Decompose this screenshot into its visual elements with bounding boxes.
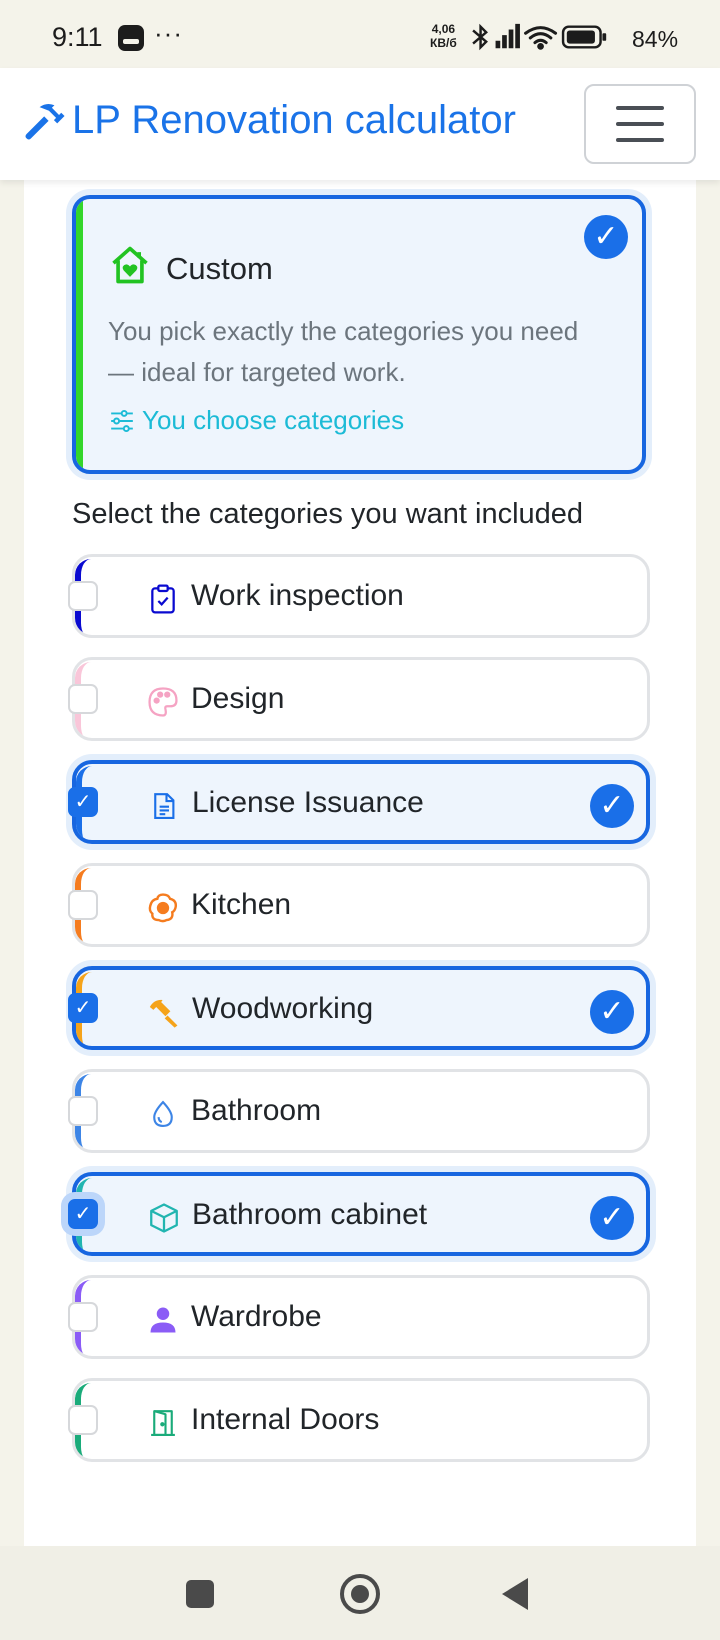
category-card[interactable]: Bathroom <box>72 1069 650 1153</box>
door-icon <box>145 1405 181 1441</box>
category-internal-doors[interactable]: Internal Doors <box>68 1378 650 1462</box>
category-checkbox[interactable]: ✓ <box>68 787 98 817</box>
hamburger-menu-icon <box>616 138 664 142</box>
sliders-icon <box>111 409 133 432</box>
recent-apps-button[interactable] <box>186 1580 214 1608</box>
plan-accent-bar <box>76 199 83 470</box>
egg-icon <box>145 890 181 926</box>
category-wardrobe[interactable]: Wardrobe <box>68 1275 650 1359</box>
hamburger-menu-icon <box>616 106 664 110</box>
status-icons <box>472 23 607 51</box>
category-design[interactable]: Design <box>68 657 650 741</box>
category-card[interactable]: Woodworking ✓ <box>72 966 650 1050</box>
menu-toggle-button[interactable] <box>584 84 696 164</box>
signal-icon <box>495 23 520 49</box>
category-card[interactable]: License Issuance ✓ <box>72 760 650 844</box>
category-card[interactable]: Internal Doors <box>72 1378 650 1462</box>
system-nav-bar <box>0 1546 720 1640</box>
section-heading: Select the categories you want included <box>72 498 584 530</box>
category-checkbox[interactable] <box>68 684 98 714</box>
category-checkbox[interactable] <box>68 1405 98 1435</box>
category-label: License Issuance <box>192 786 424 819</box>
plan-link-text: You choose categories <box>142 405 405 435</box>
battery-percent: 84% <box>632 26 679 52</box>
category-checkbox[interactable] <box>68 1302 98 1332</box>
network-speed-value: 4,06 <box>431 22 456 36</box>
category-label: Woodworking <box>192 992 374 1025</box>
category-label: Wardrobe <box>191 1300 322 1333</box>
hamburger-menu-icon <box>616 122 664 126</box>
category-label: Internal Doors <box>191 1403 380 1436</box>
back-button[interactable] <box>502 1578 528 1610</box>
person-icon <box>145 1302 181 1338</box>
clipboard-check-icon <box>145 581 181 617</box>
category-label: Bathroom cabinet <box>192 1198 428 1231</box>
category-kitchen[interactable]: Kitchen <box>68 863 650 947</box>
plan-title: Custom <box>166 251 273 286</box>
plan-description: You pick exactly the categories you need… <box>108 316 579 387</box>
main-content: Custom You pick exactly the categories y… <box>24 180 696 1546</box>
category-checkbox[interactable] <box>68 890 98 920</box>
category-checkbox[interactable] <box>68 581 98 611</box>
category-checkbox[interactable]: ✓ <box>68 1199 98 1229</box>
category-card[interactable]: Bathroom cabinet ✓ <box>72 1172 650 1256</box>
bluetooth-icon <box>472 23 488 51</box>
box-icon <box>146 1200 182 1236</box>
home-button[interactable] <box>340 1574 380 1614</box>
category-label: Work inspection <box>191 579 404 612</box>
category-checkbox[interactable] <box>68 1096 98 1126</box>
plan-link[interactable]: You choose categories <box>108 405 404 436</box>
hammer-icon <box>25 103 65 140</box>
droplet-icon <box>145 1096 181 1132</box>
selected-check-icon: ✓ <box>584 215 628 259</box>
brand-link[interactable]: LP Renovation calculator <box>22 98 516 143</box>
house-heart-icon <box>112 246 148 284</box>
category-card[interactable]: Wardrobe <box>72 1275 650 1359</box>
category-card[interactable]: Work inspection <box>72 554 650 638</box>
category-license-issuance[interactable]: License Issuance ✓ ✓ <box>68 760 650 844</box>
network-speed-unit: КВ/б <box>430 36 457 50</box>
status-bar: 9:11 ··· 4,06 КВ/б 84% <box>0 0 720 68</box>
more-notifications-icon: ··· <box>154 18 183 48</box>
battery-icon <box>561 25 607 49</box>
hammer-icon <box>146 994 182 1030</box>
selected-check-icon: ✓ <box>590 784 634 828</box>
category-label: Bathroom <box>191 1094 322 1127</box>
network-speed: 4,06 КВ/б <box>430 22 457 50</box>
document-icon <box>146 788 182 824</box>
category-checkbox[interactable]: ✓ <box>68 993 98 1023</box>
brand-title: LP Renovation calculator <box>72 98 516 142</box>
status-time: 9:11 <box>52 22 103 52</box>
category-label: Kitchen <box>191 888 292 921</box>
wifi-icon <box>524 26 558 50</box>
app-header: LP Renovation calculator <box>0 68 720 180</box>
selected-check-icon: ✓ <box>590 990 634 1034</box>
palette-icon <box>145 684 181 720</box>
category-card[interactable]: Kitchen <box>72 863 650 947</box>
plan-card-custom[interactable]: Custom You pick exactly the categories y… <box>72 195 646 474</box>
app-notification-icon <box>118 25 144 51</box>
category-bathroom[interactable]: Bathroom <box>68 1069 650 1153</box>
category-work-inspection[interactable]: Work inspection <box>68 554 650 638</box>
selected-check-icon: ✓ <box>590 1196 634 1240</box>
category-label: Design <box>191 682 285 715</box>
category-card[interactable]: Design <box>72 657 650 741</box>
category-woodworking[interactable]: Woodworking ✓ ✓ <box>68 966 650 1050</box>
category-bathroom-cabinet[interactable]: Bathroom cabinet ✓ ✓ <box>68 1172 650 1256</box>
